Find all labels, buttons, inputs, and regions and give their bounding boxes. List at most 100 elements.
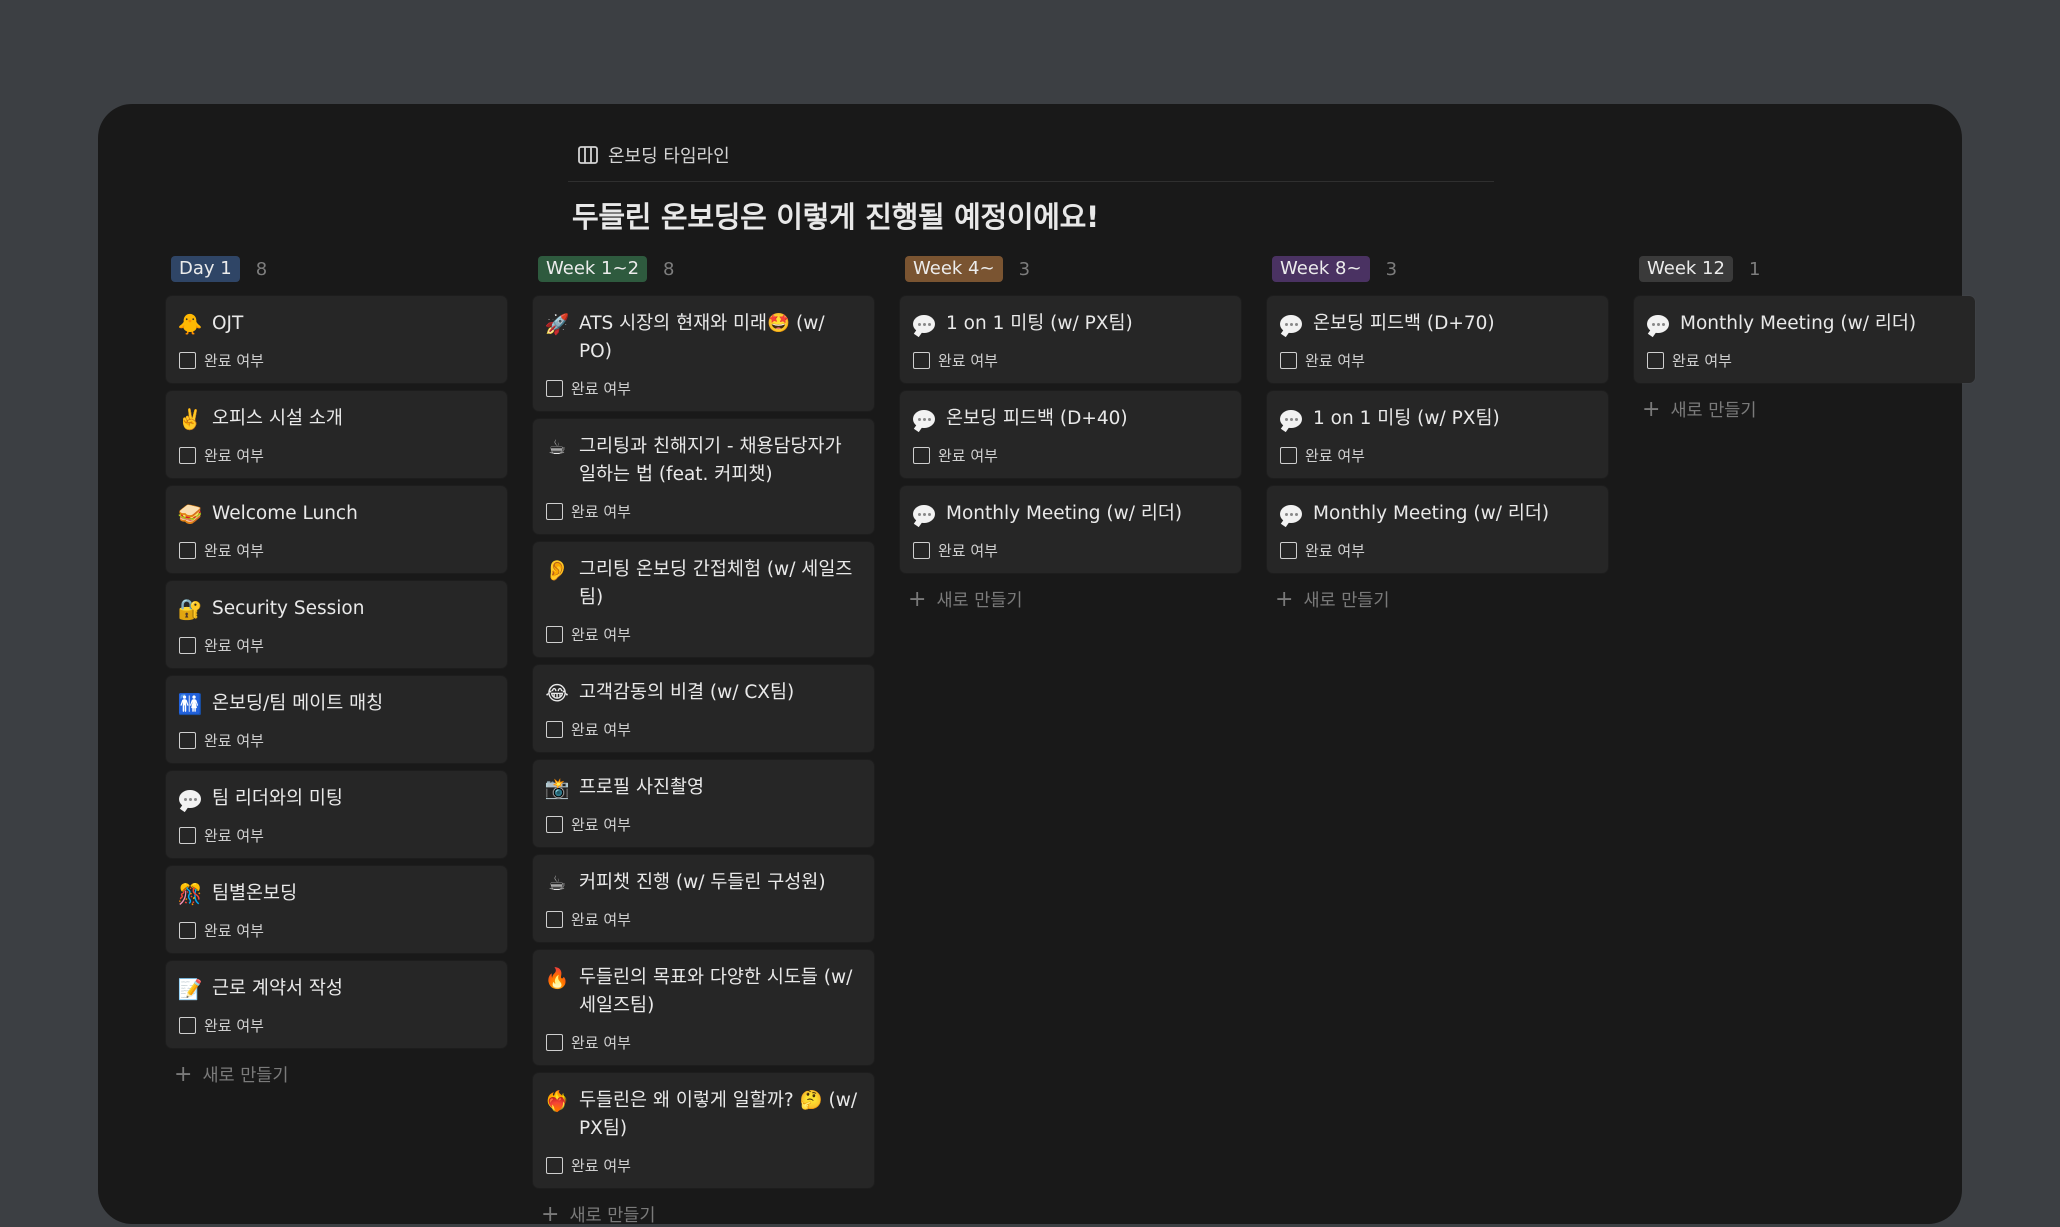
card-title-text: 두들린의 목표와 다양한 시도들 (w/ 세일즈팀) [579, 967, 853, 1016]
header-divider [568, 181, 1494, 182]
column-tag[interactable]: Day 1 [171, 256, 240, 282]
completion-checkbox[interactable] [546, 816, 563, 833]
board-card[interactable]: Monthly Meeting (w/ 리더) 완료 여부 [900, 486, 1241, 573]
memo-icon: 📝 [177, 977, 203, 1001]
card-title-text: 그리팅과 친해지기 - 채용담당자가 일하는 법 (feat. 커피챗) [579, 436, 842, 485]
column-tag[interactable]: Week 12 [1639, 256, 1733, 282]
completion-checkbox-row: 완료 여부 [178, 350, 495, 371]
completion-label: 완료 여부 [204, 542, 264, 560]
completion-checkbox-row: 완료 여부 [1279, 350, 1596, 371]
board-card[interactable]: 온보딩 피드백 (D+70) 완료 여부 [1267, 296, 1608, 383]
completion-checkbox[interactable] [546, 911, 563, 928]
board-card[interactable]: 1 on 1 미팅 (w/ PX팀) 완료 여부 [900, 296, 1241, 383]
plus-icon: + [1275, 586, 1294, 612]
view-tab[interactable]: 온보딩 타임라인 [578, 142, 730, 168]
board-card[interactable]: 🔥 두들린의 목표와 다양한 시도들 (w/ 세일즈팀) 완료 여부 [533, 950, 874, 1065]
completion-checkbox-row: 완료 여부 [1279, 540, 1596, 561]
board-card[interactable]: 🎊 팀별온보딩 완료 여부 [166, 866, 507, 953]
completion-checkbox[interactable] [913, 447, 930, 464]
board-card[interactable]: 🥪 Welcome Lunch 완료 여부 [166, 486, 507, 573]
card-title-text: 고객감동의 비결 (w/ CX팀) [579, 682, 795, 703]
completion-label: 완료 여부 [204, 637, 264, 655]
completion-checkbox[interactable] [179, 827, 196, 844]
completion-checkbox[interactable] [913, 352, 930, 369]
completion-checkbox[interactable] [179, 732, 196, 749]
completion-checkbox[interactable] [179, 542, 196, 559]
completion-label: 완료 여부 [938, 352, 998, 370]
card-title-text: Monthly Meeting (w/ 리더) [1313, 503, 1550, 524]
completion-checkbox[interactable] [1280, 542, 1297, 559]
column-tag[interactable]: Week 4~ [905, 256, 1003, 282]
completion-checkbox-row: 완료 여부 [178, 730, 495, 751]
completion-checkbox[interactable] [179, 447, 196, 464]
board-card[interactable]: 온보딩 피드백 (D+40) 완료 여부 [900, 391, 1241, 478]
completion-checkbox[interactable] [1280, 447, 1297, 464]
plus-icon: + [1642, 396, 1661, 422]
speech-bubble-icon [178, 785, 202, 813]
completion-checkbox-row: 완료 여부 [178, 445, 495, 466]
new-card-button[interactable]: + 새로 만들기 [533, 1202, 874, 1227]
card-title: 🔐 Security Session [178, 595, 495, 623]
board-column: Week 1~2 8 🚀 ATS 시장의 현재와 미래🤩 (w/ PO) 완료 여부 ☕ 그… [533, 254, 874, 1227]
ear-icon: 👂 [544, 558, 570, 582]
lock-key-icon: 🔐 [177, 597, 203, 621]
new-card-label: 새로 만들기 [569, 1206, 656, 1226]
board-card[interactable]: 🚻 온보딩/팀 메이트 매칭 완료 여부 [166, 676, 507, 763]
board-card[interactable]: 🐥 OJT 완료 여부 [166, 296, 507, 383]
new-card-button[interactable]: + 새로 만들기 [1634, 397, 1975, 422]
completion-checkbox[interactable] [546, 1034, 563, 1051]
board-card[interactable]: 🚀 ATS 시장의 현재와 미래🤩 (w/ PO) 완료 여부 [533, 296, 874, 411]
card-title-text: OJT [212, 313, 244, 334]
board-card[interactable]: 📸 프로필 사진촬영 완료 여부 [533, 760, 874, 847]
card-title: 온보딩 피드백 (D+40) [912, 405, 1229, 433]
completion-checkbox-row: 완료 여부 [1279, 445, 1596, 466]
card-title: 🥪 Welcome Lunch [178, 500, 495, 528]
card-title: ❤️‍🔥 두들린은 왜 이렇게 일할까? 🤔 (w/ PX팀) [545, 1087, 862, 1143]
completion-checkbox-row: 완료 여부 [545, 1155, 862, 1176]
new-card-button[interactable]: + 새로 만들기 [166, 1062, 507, 1087]
column-tag[interactable]: Week 1~2 [538, 256, 648, 282]
board-card[interactable]: 팀 리더와의 미팅 완료 여부 [166, 771, 507, 858]
column-tag[interactable]: Week 8~ [1272, 256, 1370, 282]
board-card[interactable]: Monthly Meeting (w/ 리더) 완료 여부 [1634, 296, 1975, 383]
column-header: Week 1~2 8 [533, 254, 874, 284]
sandwich-icon: 🥪 [177, 502, 203, 526]
card-title: 🎊 팀별온보딩 [178, 880, 495, 908]
column-count: 1 [1748, 258, 1761, 280]
completion-checkbox[interactable] [1647, 352, 1664, 369]
board-card[interactable]: ✌️ 오피스 시설 소개 완료 여부 [166, 391, 507, 478]
card-title-text: 오피스 시설 소개 [212, 408, 343, 429]
completion-checkbox[interactable] [179, 352, 196, 369]
board-card[interactable]: 🔐 Security Session 완료 여부 [166, 581, 507, 668]
board-card[interactable]: 📝 근로 계약서 작성 완료 여부 [166, 961, 507, 1048]
new-card-button[interactable]: + 새로 만들기 [1267, 587, 1608, 612]
column-count: 3 [1018, 258, 1031, 280]
page-title: 두들린 온보딩은 이렇게 진행될 예정이에요! [572, 200, 1099, 234]
board-card[interactable]: ❤️‍🔥 두들린은 왜 이렇게 일할까? 🤔 (w/ PX팀) 완료 여부 [533, 1073, 874, 1188]
board-card[interactable]: Monthly Meeting (w/ 리더) 완료 여부 [1267, 486, 1608, 573]
new-card-button[interactable]: + 새로 만들기 [900, 587, 1241, 612]
completion-checkbox[interactable] [546, 380, 563, 397]
board-card[interactable]: 😂 고객감동의 비결 (w/ CX팀) 완료 여부 [533, 665, 874, 752]
completion-checkbox[interactable] [546, 503, 563, 520]
board-view-icon [578, 146, 598, 164]
completion-checkbox[interactable] [546, 721, 563, 738]
column-header: Week 12 1 [1634, 254, 1975, 284]
card-title: ☕ 커피챗 진행 (w/ 두들린 구성원) [545, 869, 862, 897]
completion-checkbox[interactable] [179, 637, 196, 654]
completion-checkbox[interactable] [913, 542, 930, 559]
speech-bubble-icon [912, 310, 936, 338]
column-header: Week 4~ 3 [900, 254, 1241, 284]
card-title-text: 온보딩 피드백 (D+40) [946, 408, 1128, 429]
board-card[interactable]: 1 on 1 미팅 (w/ PX팀) 완료 여부 [1267, 391, 1608, 478]
board-card[interactable]: ☕ 커피챗 진행 (w/ 두들린 구성원) 완료 여부 [533, 855, 874, 942]
completion-checkbox[interactable] [1280, 352, 1297, 369]
card-title: 🚀 ATS 시장의 현재와 미래🤩 (w/ PO) [545, 310, 862, 366]
board-card[interactable]: ☕ 그리팅과 친해지기 - 채용담당자가 일하는 법 (feat. 커피챗) 완료 … [533, 419, 874, 534]
completion-checkbox[interactable] [179, 922, 196, 939]
card-title: 팀 리더와의 미팅 [178, 785, 495, 813]
completion-checkbox[interactable] [546, 626, 563, 643]
completion-checkbox[interactable] [546, 1157, 563, 1174]
completion-checkbox[interactable] [179, 1017, 196, 1034]
board-card[interactable]: 👂 그리팅 온보딩 간접체험 (w/ 세일즈팀) 완료 여부 [533, 542, 874, 657]
